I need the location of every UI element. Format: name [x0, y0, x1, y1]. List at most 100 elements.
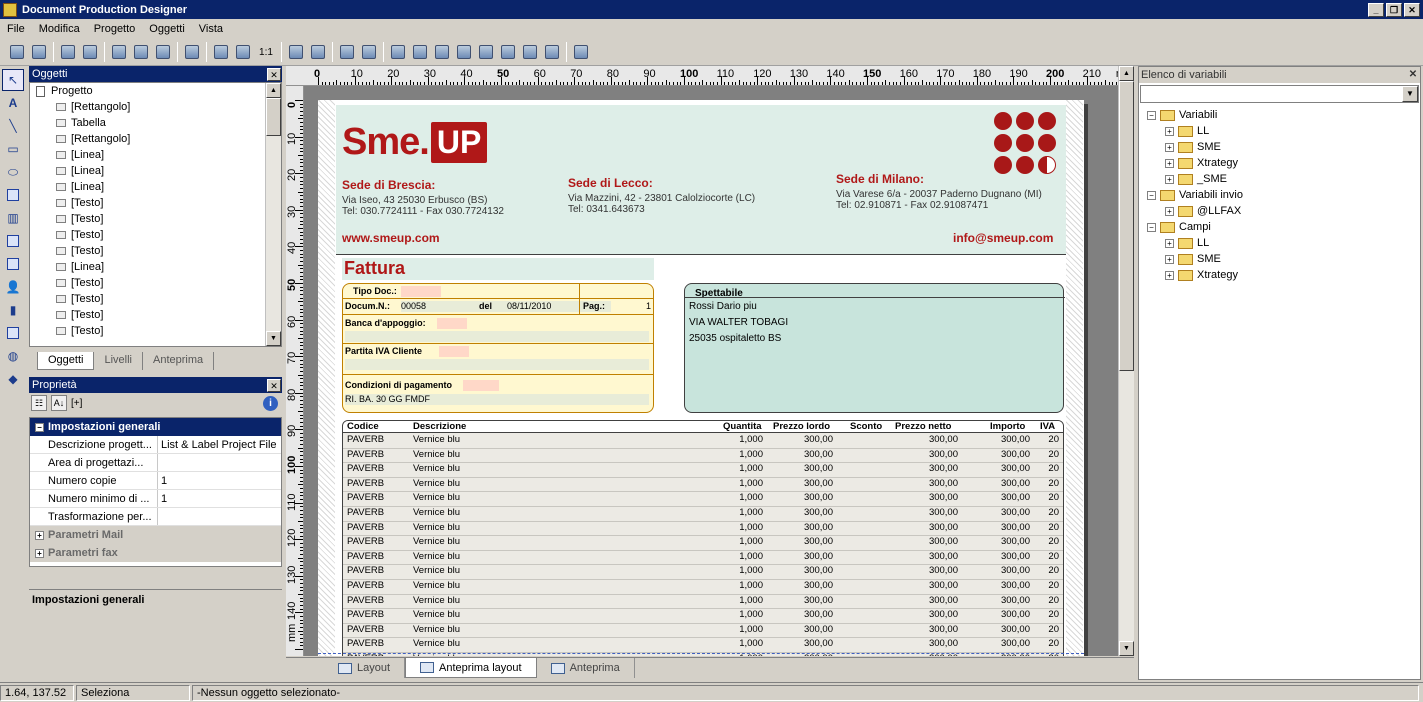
tree-item[interactable]: [Testo]: [30, 195, 281, 211]
tab-anteprima-view[interactable]: Anteprima: [537, 658, 635, 678]
text-tool[interactable]: A: [2, 92, 24, 114]
variable-node[interactable]: + LL: [1139, 123, 1420, 139]
cut-button[interactable]: [108, 41, 130, 63]
expand-icon[interactable]: +: [1165, 206, 1174, 216]
tab-livelli[interactable]: Livelli: [94, 352, 143, 370]
same-height-button[interactable]: [497, 41, 519, 63]
scroll-down-button[interactable]: ▼: [1119, 641, 1134, 656]
collapse-icon[interactable]: −: [1147, 110, 1156, 120]
variables-filter-select[interactable]: ▼: [1140, 85, 1419, 103]
scroll-thumb[interactable]: [266, 98, 281, 136]
variable-node[interactable]: + Xtrategy: [1139, 155, 1420, 171]
menu-file[interactable]: File: [0, 23, 32, 35]
expand-icon[interactable]: +: [1165, 158, 1174, 168]
tree-item[interactable]: [Testo]: [30, 275, 281, 291]
properties-button[interactable]: [307, 41, 329, 63]
copy-button[interactable]: [130, 41, 152, 63]
tree-item[interactable]: Tabella: [30, 115, 281, 131]
objects-scrollbar[interactable]: ▲ ▼: [265, 83, 281, 346]
tree-item[interactable]: [Testo]: [30, 307, 281, 323]
expand-icon[interactable]: +: [1165, 142, 1174, 152]
variable-node[interactable]: − Variabili: [1139, 107, 1420, 123]
property-row[interactable]: Area di progettazi...: [30, 454, 281, 472]
property-value[interactable]: 1: [158, 472, 281, 489]
align-top-button[interactable]: [431, 41, 453, 63]
tab-layout[interactable]: Layout: [324, 658, 406, 678]
menu-oggetti[interactable]: Oggetti: [142, 23, 191, 35]
tree-item[interactable]: [Linea]: [30, 259, 281, 275]
expand-all-button[interactable]: [+]: [71, 398, 82, 409]
menu-vista[interactable]: Vista: [192, 23, 230, 35]
barcode-tool[interactable]: ▥: [2, 207, 24, 229]
property-value[interactable]: 1: [158, 490, 281, 507]
property-value[interactable]: List & Label Project File: [158, 436, 281, 453]
chart-tool[interactable]: ▮: [2, 299, 24, 321]
image-tool[interactable]: [2, 184, 24, 206]
restore-button[interactable]: ❐: [1386, 2, 1402, 17]
same-width-button[interactable]: [475, 41, 497, 63]
zoom-in-button[interactable]: [210, 41, 232, 63]
close-button[interactable]: ✕: [1404, 2, 1420, 17]
rectangle-tool[interactable]: ▭: [2, 138, 24, 160]
variable-node[interactable]: + SME: [1139, 139, 1420, 155]
scroll-thumb[interactable]: [1119, 81, 1134, 371]
user-object-tool[interactable]: 👤: [2, 276, 24, 298]
variable-node[interactable]: + LL: [1139, 235, 1420, 251]
select-tool[interactable]: ↖: [2, 69, 24, 91]
zoom-actual-button[interactable]: 1:1: [254, 41, 278, 63]
tab-anteprima[interactable]: Anteprima: [143, 352, 215, 370]
paste-button[interactable]: [152, 41, 174, 63]
menu-modifica[interactable]: Modifica: [32, 23, 87, 35]
expand-icon[interactable]: +: [1165, 238, 1174, 248]
table-tool[interactable]: [2, 230, 24, 252]
property-value[interactable]: [158, 508, 281, 525]
design-canvas[interactable]: Sme. UP Sede di Brescia: Via Iseo, 43 250…: [304, 86, 1118, 656]
tree-item[interactable]: [Testo]: [30, 323, 281, 339]
tab-anteprima-layout[interactable]: Anteprima layout: [405, 658, 537, 678]
expand-icon[interactable]: +: [1165, 174, 1174, 184]
menu-progetto[interactable]: Progetto: [87, 23, 143, 35]
expand-icon[interactable]: +: [1165, 126, 1174, 136]
variable-node[interactable]: + Xtrategy: [1139, 267, 1420, 283]
category-mail[interactable]: + Parametri Mail: [30, 526, 281, 544]
minimize-button[interactable]: _: [1368, 2, 1384, 17]
close-objects-panel-button[interactable]: ✕: [267, 67, 281, 81]
align-right-button[interactable]: [409, 41, 431, 63]
property-row[interactable]: Trasformazione per...: [30, 508, 281, 526]
tree-item[interactable]: [Linea]: [30, 179, 281, 195]
category-general[interactable]: − Impostazioni generali: [30, 418, 281, 436]
sort-az-button[interactable]: A↓: [51, 395, 67, 411]
close-properties-panel-button[interactable]: ✕: [267, 378, 281, 392]
scroll-up-button[interactable]: ▲: [1119, 66, 1134, 81]
tab-oggetti[interactable]: Oggetti: [37, 352, 95, 370]
info-icon[interactable]: i: [263, 395, 278, 411]
book-button[interactable]: [570, 41, 592, 63]
save-button[interactable]: [6, 41, 28, 63]
property-value[interactable]: [158, 454, 281, 471]
space-vertical-button[interactable]: [541, 41, 563, 63]
send-back-button[interactable]: [358, 41, 380, 63]
variable-node[interactable]: − Campi: [1139, 219, 1420, 235]
category-fax[interactable]: + Parametri fax: [30, 544, 281, 562]
variable-node[interactable]: + @LLFAX: [1139, 203, 1420, 219]
tree-item[interactable]: [Rettangolo]: [30, 99, 281, 115]
html-tool[interactable]: ◍: [2, 345, 24, 367]
variable-node[interactable]: + _SME: [1139, 171, 1420, 187]
bring-front-button[interactable]: [336, 41, 358, 63]
tree-root[interactable]: Progetto: [30, 83, 281, 99]
align-left-button[interactable]: [387, 41, 409, 63]
variable-node[interactable]: + SME: [1139, 251, 1420, 267]
property-row[interactable]: Numero minimo di ... 1: [30, 490, 281, 508]
form-tool[interactable]: [2, 253, 24, 275]
print-button[interactable]: [57, 41, 79, 63]
close-variables-panel-button[interactable]: ✕: [1406, 69, 1420, 82]
scroll-up-button[interactable]: ▲: [266, 83, 281, 98]
tree-item[interactable]: [Testo]: [30, 291, 281, 307]
categorized-button[interactable]: ☷: [31, 395, 47, 411]
tree-item[interactable]: [Rettangolo]: [30, 131, 281, 147]
property-row[interactable]: Descrizione progett... List & Label Proje…: [30, 436, 281, 454]
expand-icon[interactable]: +: [1165, 254, 1174, 264]
line-tool[interactable]: ╲: [2, 115, 24, 137]
ole-tool[interactable]: ◆: [2, 368, 24, 390]
align-bottom-button[interactable]: [453, 41, 475, 63]
